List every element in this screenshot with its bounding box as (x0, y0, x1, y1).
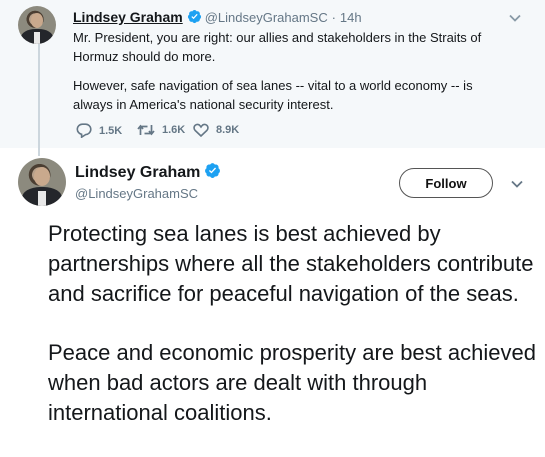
dot-separator: · (331, 10, 336, 25)
avatar[interactable] (18, 6, 56, 44)
tweet-paragraph: Peace and economic prosperity are best a… (48, 340, 536, 425)
reply-icon (76, 123, 92, 138)
avatar[interactable] (18, 158, 66, 206)
chevron-down-icon[interactable] (509, 177, 525, 195)
retweet-button[interactable]: 1.6K (137, 123, 185, 137)
tweet-paragraph: However, safe navigation of sea lanes --… (73, 78, 473, 112)
retweet-count: 1.6K (162, 124, 186, 136)
tweet-header: Lindsey Graham @LindseyGrahamSC · 14h (73, 9, 362, 27)
verified-icon (187, 9, 202, 27)
tweet-text: Mr. President, you are right: our allies… (73, 28, 513, 124)
reply-count: 1.5K (99, 124, 123, 137)
verified-icon (204, 162, 221, 184)
author-handle[interactable]: @LindseyGrahamSC (75, 186, 198, 201)
author-name[interactable]: Lindsey Graham (75, 164, 200, 181)
thread-line (38, 44, 40, 156)
like-button[interactable]: 8.9K (193, 123, 239, 137)
tweet-paragraph: Mr. President, you are right: our allies… (73, 30, 482, 64)
reply-button[interactable]: 1.5K (76, 123, 122, 138)
reply-tweet[interactable]: Lindsey Graham @LindseyGrahamSC · 14h Mr.… (0, 0, 545, 156)
author-handle[interactable]: @LindseyGrahamSC (205, 10, 328, 25)
like-icon (193, 123, 209, 137)
like-count: 8.9K (216, 124, 240, 136)
main-author-row: Lindsey Graham (75, 162, 224, 184)
follow-button[interactable]: Follow (399, 168, 493, 198)
tweet-text: Protecting sea lanes is best achieved by… (48, 219, 538, 457)
tweet-paragraph: Protecting sea lanes is best achieved by… (48, 221, 534, 306)
tweet-time[interactable]: 14h (340, 10, 362, 25)
author-name[interactable]: Lindsey Graham (73, 9, 183, 25)
retweet-icon (137, 123, 155, 137)
